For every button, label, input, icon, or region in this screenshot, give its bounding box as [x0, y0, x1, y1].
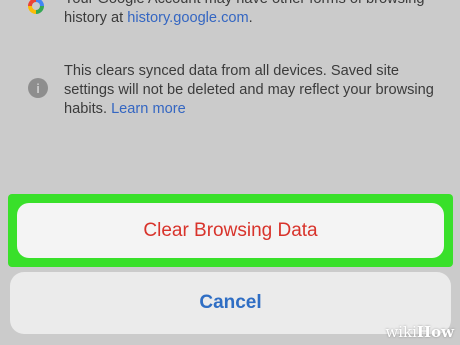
- synced-data-note: i This clears synced data from all devic…: [26, 62, 446, 119]
- watermark-how: How: [416, 323, 454, 341]
- account-history-text: Your Google Account may have other forms…: [64, 0, 446, 28]
- account-history-tail: .: [248, 10, 253, 26]
- clear-browsing-data-button[interactable]: Clear Browsing Data: [17, 203, 444, 258]
- history-google-link[interactable]: history.google.com: [127, 10, 248, 26]
- watermark-wiki: wiki: [385, 323, 417, 341]
- wikihow-watermark: wikiHow: [385, 323, 454, 341]
- google-g-icon: [28, 0, 44, 14]
- learn-more-link[interactable]: Learn more: [111, 101, 186, 117]
- clear-data-screen: Your Google Account may have other forms…: [0, 0, 460, 345]
- synced-data-text: This clears synced data from all devices…: [64, 62, 446, 119]
- account-history-note: Your Google Account may have other forms…: [26, 0, 446, 28]
- info-icon: i: [28, 78, 48, 98]
